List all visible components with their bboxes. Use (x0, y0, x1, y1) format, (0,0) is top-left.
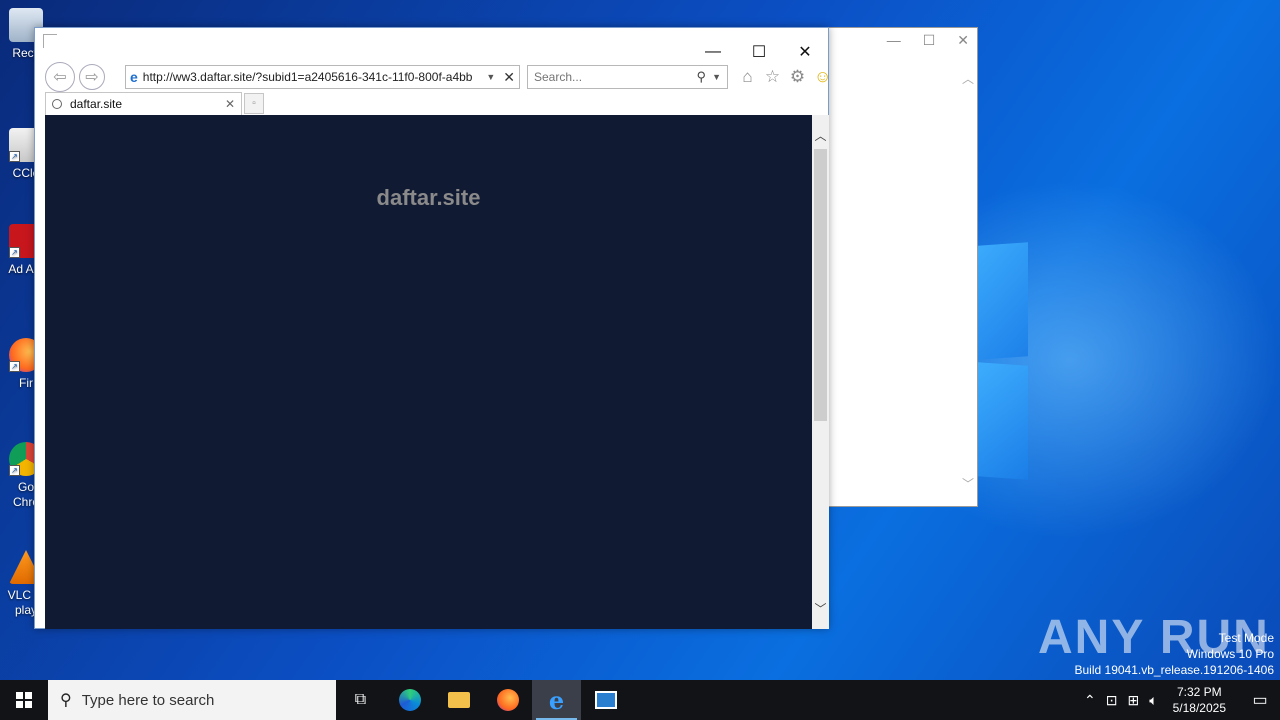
ie-page-icon: e (130, 69, 138, 85)
watermark-line: Build 19041.vb_release.191206-1406 (1074, 663, 1275, 677)
maximize-icon[interactable]: ☐ (923, 32, 936, 49)
favorites-star-icon[interactable]: ☆ (764, 67, 781, 87)
edge-icon (398, 689, 421, 711)
close-button[interactable]: ✕ (794, 42, 816, 62)
shortcut-arrow-icon: ↗ (9, 361, 20, 372)
clock-time: 7:32 PM (1176, 685, 1222, 699)
taskbar-search-placeholder: Type here to search (81, 691, 215, 709)
back-arrow-icon: ⇦ (53, 69, 67, 86)
network-icon[interactable]: ⊞ (1127, 692, 1139, 709)
background-window-controls: — ☐ ✕ (887, 32, 969, 49)
windows-watermark: Test Mode Windows 10 Pro Build 19041.vb_… (1075, 630, 1275, 678)
folder-icon (447, 692, 470, 708)
application-window-icon (594, 691, 617, 709)
new-tab-icon: ▫ (252, 98, 256, 109)
scroll-down-icon[interactable]: ﹀ (962, 475, 974, 492)
search-input[interactable] (534, 70, 697, 84)
settings-gear-icon[interactable]: ⚙ (789, 67, 806, 87)
windows-logo-pane (978, 242, 1028, 360)
maximize-button[interactable]: ☐ (748, 42, 770, 62)
windows-logo-pane (978, 362, 1028, 480)
shortcut-arrow-icon: ↗ (9, 465, 20, 476)
page-content[interactable]: daftar.site (45, 115, 812, 629)
search-dropdown-icon[interactable]: ▼ (712, 72, 721, 82)
watermark-line: Windows 10 Pro (1186, 647, 1274, 661)
navigation-bar: ⇦ ⇨ e http://ww3.daftar.site/?subid1=a24… (45, 62, 831, 92)
volume-icon[interactable]: 🔈︎ (1149, 692, 1157, 709)
internet-explorer-icon: e (548, 685, 565, 715)
notification-icon[interactable]: ▭ (1240, 690, 1280, 710)
task-view-icon: ⧉ (354, 691, 367, 708)
address-dropdown-icon[interactable]: ▼ (486, 72, 495, 82)
watermark-line: Test Mode (1218, 631, 1274, 645)
windows-start-icon (16, 692, 32, 708)
minimize-icon[interactable]: — (887, 32, 901, 49)
shortcut-arrow-icon: ↗ (9, 247, 20, 258)
shortcut-arrow-icon: ↗ (9, 151, 20, 162)
new-tab-button[interactable]: ▫ (244, 93, 264, 114)
taskbar-edge[interactable] (385, 680, 434, 720)
page-heading: daftar.site (376, 185, 481, 210)
tab-close-icon[interactable]: ✕ (225, 97, 235, 111)
wallpaper-glow (930, 180, 1280, 540)
firefox-icon (496, 689, 519, 711)
background-window[interactable]: — ☐ ✕ ︿ ﹀ (828, 27, 978, 507)
back-button[interactable]: ⇦ (45, 62, 75, 92)
loading-spinner-icon (52, 99, 62, 109)
scroll-up-icon[interactable]: ︿ (962, 70, 974, 87)
scroll-thumb[interactable] (814, 149, 827, 421)
scroll-down-icon[interactable]: ﹀ (812, 600, 829, 617)
search-box[interactable]: ⚲ ▼ (527, 65, 728, 89)
start-button[interactable] (0, 680, 48, 720)
taskbar: ⚲ Type here to search ⧉ e ⌃ ⊡ ⊞ 🔈︎ 7:32 … (0, 680, 1280, 720)
taskbar-internet-explorer[interactable]: e (532, 680, 581, 720)
tab-bar: daftar.site ✕ ▫ (45, 92, 264, 115)
home-icon[interactable]: ⌂ (739, 67, 756, 87)
search-icon: ⚲ (60, 692, 72, 709)
stop-icon[interactable]: ✕ (503, 69, 515, 86)
address-url[interactable]: http://ww3.daftar.site/?subid1=a2405616-… (143, 70, 483, 84)
taskbar-firefox[interactable] (483, 680, 532, 720)
browser-window[interactable]: — ☐ ✕ ⇦ ⇨ e http://ww3.daftar.site/?subi… (34, 27, 831, 629)
page-scrollbar[interactable]: ︿ ﹀ (812, 115, 829, 629)
scroll-up-icon[interactable]: ︿ (812, 127, 829, 144)
window-icon (43, 34, 57, 48)
search-icon[interactable]: ⚲ (697, 69, 707, 85)
task-view-button[interactable]: ⧉ (336, 680, 385, 720)
clock-date: 5/18/2025 (1172, 701, 1226, 715)
window-controls: — ☐ ✕ (702, 42, 816, 62)
clock[interactable]: 7:32 PM 5/18/2025 (1173, 684, 1226, 716)
forward-arrow-icon: ⇨ (85, 69, 99, 86)
device-icon[interactable]: ⊡ (1106, 692, 1118, 709)
system-tray: ⌃ ⊡ ⊞ 🔈︎ 7:32 PM 5/18/2025 ▭ (1079, 680, 1280, 720)
chevron-up-icon[interactable]: ⌃ (1084, 692, 1096, 709)
address-bar[interactable]: e http://ww3.daftar.site/?subid1=a240561… (125, 65, 520, 89)
taskbar-search[interactable]: ⚲ Type here to search (48, 680, 336, 720)
feedback-smiley-icon[interactable]: ☺ (814, 67, 831, 87)
close-icon[interactable]: ✕ (957, 32, 969, 49)
taskbar-app[interactable] (581, 680, 630, 720)
toolbar-icons: ⌂ ☆ ⚙ ☺ (739, 67, 831, 87)
forward-button[interactable]: ⇨ (79, 64, 105, 90)
tab-daftar-site[interactable]: daftar.site ✕ (45, 92, 242, 115)
tab-label: daftar.site (70, 97, 123, 111)
background-window-scrollbar[interactable]: ︿ ﹀ (959, 70, 977, 506)
minimize-button[interactable]: — (702, 43, 724, 61)
taskbar-file-explorer[interactable] (434, 680, 483, 720)
